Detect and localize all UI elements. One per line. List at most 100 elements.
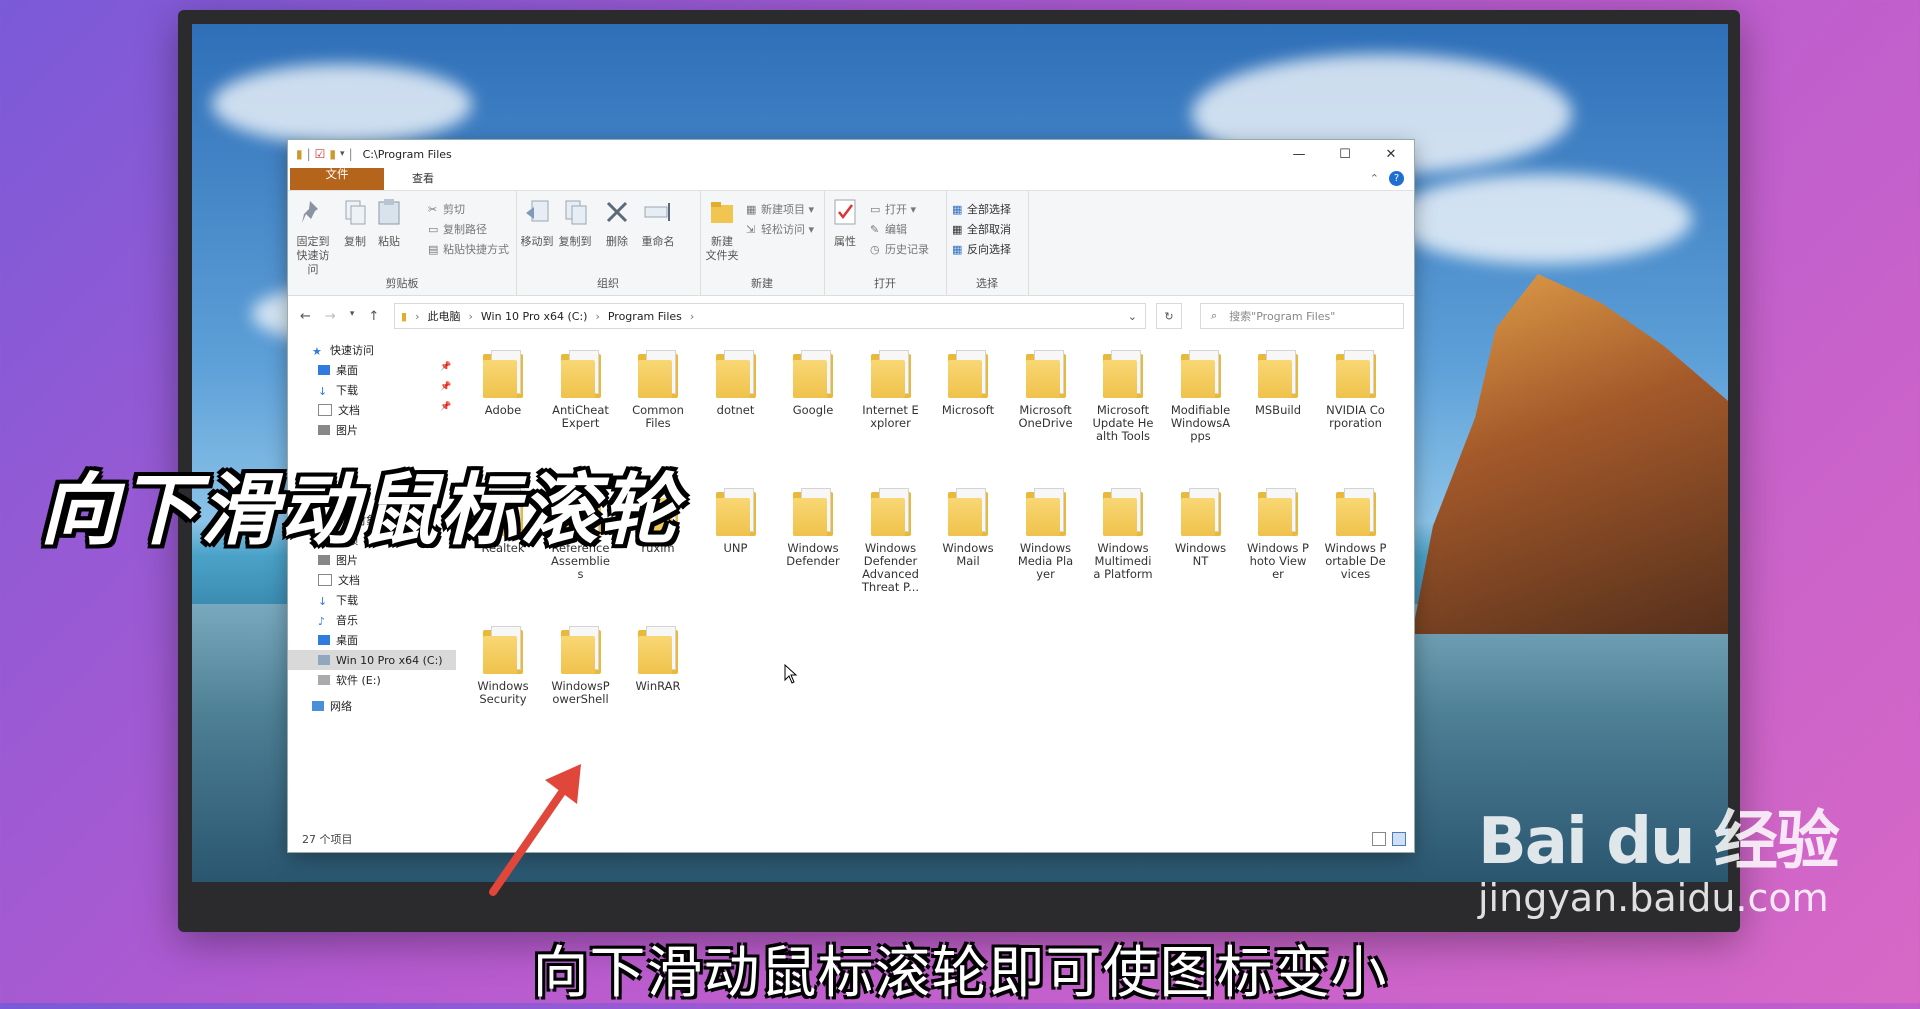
folder-item[interactable]: NVIDIA Corporation	[1325, 350, 1387, 430]
nav-e-drive[interactable]: 软件 (E:)	[318, 670, 381, 690]
pin-icon[interactable]: 📌	[440, 362, 451, 372]
nav-qa-pictures[interactable]: 图片	[318, 420, 358, 440]
new-folder-button[interactable]: 新建 文件夹	[702, 197, 742, 263]
folder-item[interactable]: Windows Photo Viewer	[1247, 488, 1309, 581]
copy-button[interactable]: 复制	[340, 197, 370, 249]
properties-button[interactable]: 属性	[828, 197, 862, 249]
pin-icon[interactable]: 📌	[440, 402, 451, 412]
large-icons-view-button[interactable]	[1392, 832, 1406, 846]
nav-network[interactable]: 网络	[312, 696, 352, 716]
easy-access-icon: ⇲	[746, 223, 756, 236]
minimize-button[interactable]: —	[1276, 140, 1322, 168]
up-arrow-icon[interactable]: ↑	[368, 309, 379, 324]
nav-qa-desktop[interactable]: 桌面	[318, 360, 358, 380]
delete-icon	[606, 201, 628, 223]
breadcrumb-program-files[interactable]: Program Files	[608, 310, 682, 323]
cut-button[interactable]: ✂ 剪切	[428, 201, 465, 217]
watermark-logo: Bai du 经验	[1478, 805, 1840, 879]
breadcrumb-c-drive[interactable]: Win 10 Pro x64 (C:)	[481, 310, 588, 323]
folder-item[interactable]: MSBuild	[1247, 350, 1309, 417]
nav-quick-access[interactable]: ★ 快速访问	[312, 340, 374, 360]
tab-view[interactable]: 查看	[396, 168, 450, 190]
folder-item[interactable]: Microsoft	[937, 350, 999, 417]
copy-path-button[interactable]: ▭ 复制路径	[428, 221, 487, 237]
folder-item[interactable]: Microsoft Update Health Tools	[1092, 350, 1154, 443]
refresh-button[interactable]: ↻	[1156, 303, 1182, 329]
back-arrow-icon[interactable]: ←	[300, 309, 311, 324]
select-none-button[interactable]: ▦ 全部取消	[952, 221, 1011, 237]
dropdown-icon[interactable]: ▾	[340, 149, 345, 159]
folder-item[interactable]: WindowsPowerShell	[550, 626, 612, 706]
new-item-button[interactable]: ▦ 新建项目 ▾	[746, 201, 814, 217]
folder-item[interactable]: Modifiable WindowsApps	[1170, 350, 1232, 443]
pin-quick-access-button[interactable]: 固定到 快速访问	[292, 197, 334, 277]
folder-item[interactable]: Adobe	[472, 350, 534, 417]
search-box[interactable]: ⌕ 搜索"Program Files"	[1200, 303, 1404, 329]
folder-item[interactable]: UNP	[705, 488, 767, 555]
delete-button[interactable]: 删除	[602, 197, 632, 249]
rename-button[interactable]: 重命名	[638, 197, 678, 249]
nav-c-drive[interactable]: Win 10 Pro x64 (C:)	[288, 650, 456, 670]
properties-check-icon[interactable]: ☑	[315, 147, 326, 161]
folder-item[interactable]: dotnet	[705, 350, 767, 417]
nav-qa-downloads[interactable]: ↓ 下载	[318, 380, 358, 400]
select-none-label: 全部取消	[967, 223, 1011, 236]
tab-file[interactable]: 文件	[290, 168, 384, 190]
quick-access-toolbar[interactable]: ▮ | ☑ ▮ ▾ |	[296, 147, 353, 161]
folder-icon	[1025, 488, 1066, 536]
folder-item[interactable]: AntiCheat Expert	[550, 350, 612, 430]
edit-button[interactable]: ✎ 编辑	[870, 221, 907, 237]
nav-downloads[interactable]: ↓ 下载	[318, 590, 358, 610]
new-folder-icon[interactable]: ▮	[329, 147, 336, 161]
folder-item[interactable]: Windows Media Player	[1015, 488, 1077, 581]
drive-icon	[318, 655, 330, 665]
paste-button[interactable]: 粘贴	[374, 197, 404, 249]
close-button[interactable]: ✕	[1368, 140, 1414, 168]
nav-documents[interactable]: 文档	[318, 570, 360, 590]
status-bar: 27 个项目	[288, 826, 1414, 852]
history-button[interactable]: ◷ 历史记录	[870, 241, 929, 257]
folder-item[interactable]: Windows Portable Devices	[1325, 488, 1387, 581]
title-bar[interactable]: ▮ | ☑ ▮ ▾ | C:\Program Files — ☐ ✕	[288, 140, 1414, 168]
nav-music[interactable]: ♪ 音乐	[318, 610, 358, 630]
maximize-button[interactable]: ☐	[1322, 140, 1368, 168]
breadcrumb-this-pc[interactable]: 此电脑	[427, 308, 460, 324]
address-dropdown-icon[interactable]: ⌄	[1128, 310, 1137, 323]
folder-item[interactable]: Windows Multimedia Platform	[1092, 488, 1154, 581]
folder-icon	[870, 350, 911, 398]
copy-label: 复制	[344, 235, 366, 248]
copy-to-button[interactable]: 复制到	[558, 197, 592, 249]
folder-item[interactable]: Common Files	[627, 350, 689, 430]
paste-shortcut-button[interactable]: ▤ 粘贴快捷方式	[428, 241, 509, 257]
folder-item[interactable]: Windows Security	[472, 626, 534, 706]
pin-icon[interactable]: 📌	[440, 382, 451, 392]
forward-arrow-icon[interactable]: →	[325, 309, 336, 324]
folder-item[interactable]: Windows NT	[1170, 488, 1232, 568]
move-to-button[interactable]: 移动到	[520, 197, 554, 249]
folder-item[interactable]: Google	[782, 350, 844, 417]
easy-access-button[interactable]: ⇲ 轻松访问 ▾	[746, 221, 814, 237]
folder-label: Microsoft	[941, 403, 995, 417]
folder-icon	[793, 350, 833, 398]
invert-selection-button[interactable]: ▦ 反向选择	[952, 241, 1011, 257]
folder-item[interactable]: Windows Mail	[937, 488, 999, 568]
help-icon[interactable]: ?	[1389, 171, 1404, 186]
details-view-button[interactable]	[1372, 832, 1386, 846]
folder-item[interactable]: Windows Defender	[782, 488, 844, 568]
folder-label: Windows Defender	[786, 541, 840, 568]
folder-icon	[483, 350, 523, 398]
address-bar[interactable]: ▮ › 此电脑 › Win 10 Pro x64 (C:) › Program …	[394, 303, 1146, 329]
nav-qa-documents[interactable]: 文档	[318, 400, 360, 420]
folder-item[interactable]: Windows Defender Advanced Threat P...	[860, 488, 922, 594]
chevron-right-icon: ›	[415, 309, 420, 323]
folder-item[interactable]: WinRAR	[627, 626, 689, 693]
nav-documents-label: 文档	[338, 574, 360, 587]
nav-desktop[interactable]: 桌面	[318, 630, 358, 650]
folder-item[interactable]: Microsoft OneDrive	[1015, 350, 1077, 430]
select-all-button[interactable]: ▦ 全部选择	[952, 201, 1011, 217]
folder-label: NVIDIA Corporation	[1326, 403, 1385, 430]
open-button[interactable]: ▭ 打开 ▾	[870, 201, 916, 217]
collapse-ribbon-icon[interactable]: ⌃	[1370, 172, 1379, 185]
recent-dropdown-icon[interactable]: ▾	[350, 309, 355, 324]
folder-item[interactable]: Internet Explorer	[860, 350, 922, 430]
